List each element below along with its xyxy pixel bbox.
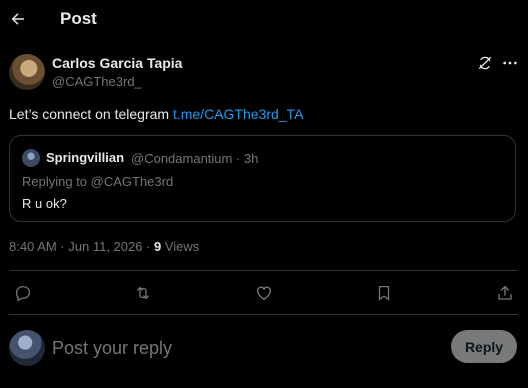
author-name[interactable]: Carlos Garcia Tapia <box>52 55 182 71</box>
author-handle[interactable]: @CAGThe3rd_ <box>52 74 142 89</box>
tweet-text: Let’s connect on telegram t.me/CAGThe3rd… <box>9 106 303 122</box>
page-title: Post <box>60 9 97 28</box>
tweet-text-body: Let’s connect on telegram <box>9 106 173 122</box>
reply-button[interactable]: Reply <box>451 330 517 363</box>
grok-icon[interactable] <box>477 55 493 71</box>
telegram-link[interactable]: t.me/CAGThe3rd_TA <box>173 106 303 122</box>
quote-replying-to: Replying to @CAGThe3rd <box>22 174 174 189</box>
quote-author-handle: @Condamantium · 3h <box>131 151 259 166</box>
reply-icon[interactable] <box>14 284 32 302</box>
quote-author-avatar[interactable] <box>22 149 40 167</box>
divider <box>9 314 518 315</box>
views-label: Views <box>161 239 200 254</box>
repost-icon[interactable] <box>134 284 152 302</box>
bookmark-icon[interactable] <box>375 284 393 302</box>
more-options-icon[interactable] <box>502 55 518 71</box>
quoted-post[interactable]: Springvillian @Condamantium · 3h Replyin… <box>9 135 516 222</box>
like-icon[interactable] <box>255 284 273 302</box>
post-meta: 8:40 AM · Jun 11, 2026 · 9 Views <box>9 239 199 254</box>
reply-input[interactable] <box>52 334 432 362</box>
share-icon[interactable] <box>496 284 514 302</box>
post-timestamp[interactable]: 8:40 AM · Jun 11, 2026 · <box>9 239 154 254</box>
back-arrow-icon[interactable] <box>9 10 27 28</box>
author-avatar[interactable] <box>9 54 45 90</box>
quote-text: R u ok? <box>22 196 67 211</box>
user-avatar[interactable] <box>9 330 45 366</box>
divider <box>9 270 518 271</box>
quote-author-name[interactable]: Springvillian <box>46 150 124 165</box>
